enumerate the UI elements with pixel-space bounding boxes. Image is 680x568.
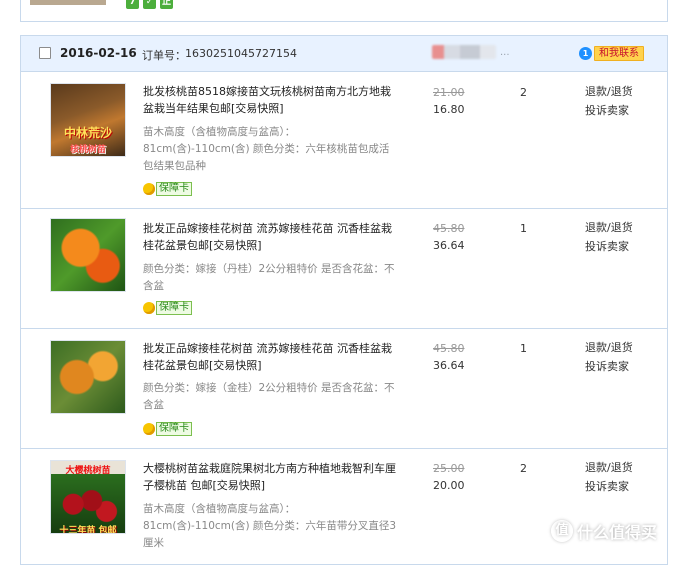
seller-name-ellipsis: ... <box>500 46 510 58</box>
current-price: 36.64 <box>433 239 465 252</box>
item-actions: 退款/退货 投诉卖家 <box>585 218 633 256</box>
guarantee-badge[interactable]: 保障卡 <box>143 182 192 196</box>
item-actions: 退款/退货 投诉卖家 <box>585 82 633 120</box>
order-card: 2016-02-16 订单号： 1630251045727154 ... 1 和… <box>20 35 668 565</box>
guarantee-badge-label: 保障卡 <box>156 182 192 196</box>
guarantee-icon <box>143 183 155 195</box>
refund-return-link[interactable]: 退款/退货 <box>585 82 633 101</box>
order-select-checkbox[interactable] <box>39 47 51 59</box>
contact-seller-button[interactable]: 1 和我联系 <box>579 45 644 61</box>
complain-seller-link[interactable]: 投诉卖家 <box>585 357 633 376</box>
item-thumbnail[interactable] <box>50 340 126 414</box>
order-item: 中林荒沙 核桃树苗 批发核桃苗8518嫁接苗文玩核桃树苗南方北方地栽盆栽当年结果… <box>21 71 667 209</box>
complain-seller-link[interactable]: 投诉卖家 <box>585 477 633 496</box>
item-quantity: 1 <box>520 342 527 355</box>
item-title-link[interactable]: 大樱桃树苗盆栽庭院果树北方南方种植地栽智利车厘子樱桃苗 包邮[交易快照] <box>143 460 399 494</box>
item-properties: 苗木高度（含植物高度与盆高）：81cm(含)-110cm(含) 颜色分类：六年苗… <box>143 503 397 549</box>
genuine-icon: 正 <box>160 0 173 9</box>
order-number-label: 订单号： <box>142 49 186 62</box>
item-thumbnail[interactable]: 中林荒沙 核桃树苗 <box>50 83 126 157</box>
guarantee-icon <box>143 423 155 435</box>
check-icon: 7 <box>126 0 139 9</box>
item-title-link[interactable]: 批发正品嫁接桂花树苗 流苏嫁接桂花苗 沉香桂盆栽桂花盆景包邮[交易快照] <box>143 220 399 254</box>
previous-item-thumbnail[interactable] <box>30 0 106 5</box>
original-price: 25.00 <box>433 462 465 475</box>
contact-seller-label: 和我联系 <box>594 45 644 61</box>
item-actions: 退款/退货 投诉卖家 <box>585 458 633 496</box>
order-item: 大樱桃树苗 十三年苗 包邮 大樱桃树苗盆栽庭院果树北方南方种植地栽智利车厘子樱桃… <box>21 448 667 568</box>
original-price: 45.80 <box>433 222 465 235</box>
item-properties: 苗木高度（含植物高度与盆高）：81cm(含)-110cm(含) 颜色分类：六年核… <box>143 126 390 172</box>
wangwang-icon: 1 <box>579 46 592 60</box>
watermark-logo-icon: 值 <box>551 520 573 542</box>
guarantee-badge[interactable]: 保障卡 <box>143 422 192 436</box>
item-thumbnail[interactable] <box>50 218 126 292</box>
item-title-link[interactable]: 批发核桃苗8518嫁接苗文玩核桃树苗南方北方地栽盆栽当年结果包邮[交易快照] <box>143 83 399 117</box>
thumbnail-caption: 大樱桃树苗 <box>65 466 111 476</box>
order-date: 2016-02-16 <box>60 46 137 60</box>
current-price: 16.80 <box>433 103 465 116</box>
guarantee-badge-label: 保障卡 <box>156 301 192 315</box>
thumbnail-caption: 十三年苗 包邮 <box>59 526 117 534</box>
current-price: 36.64 <box>433 359 465 372</box>
item-actions: 退款/退货 投诉卖家 <box>585 338 633 376</box>
item-properties: 颜色分类：嫁接（金桂）2公分粗特价 是否含花盆：不含盆 <box>143 382 395 411</box>
seller-name-redacted <box>432 45 496 59</box>
original-price: 21.00 <box>433 86 465 99</box>
refund-return-link[interactable]: 退款/退货 <box>585 458 633 477</box>
site-watermark: 值 什么值得买 <box>551 519 657 543</box>
guarantee-badge[interactable]: 保障卡 <box>143 301 192 315</box>
complain-seller-link[interactable]: 投诉卖家 <box>585 101 633 120</box>
refund-return-link[interactable]: 退款/退货 <box>585 338 633 357</box>
order-item: 批发正品嫁接桂花树苗 流苏嫁接桂花苗 沉香桂盆栽桂花盆景包邮[交易快照] 颜色分… <box>21 208 667 329</box>
guarantee-badge-label: 保障卡 <box>156 422 192 436</box>
refund-return-link[interactable]: 退款/退货 <box>585 218 633 237</box>
current-price: 20.00 <box>433 479 465 492</box>
seller-name[interactable]: ... <box>432 41 510 63</box>
previous-order-fragment <box>20 0 668 22</box>
guarantee-icon <box>143 302 155 314</box>
shield-icon: ✓ <box>143 0 156 9</box>
order-header: 2016-02-16 订单号： 1630251045727154 ... 1 和… <box>21 36 667 72</box>
item-properties: 颜色分类：嫁接（丹桂）2公分粗特价 是否含花盆：不含盆 <box>143 263 395 292</box>
thumbnail-caption: 中林荒沙 <box>63 126 112 140</box>
complain-seller-link[interactable]: 投诉卖家 <box>585 237 633 256</box>
original-price: 45.80 <box>433 342 465 355</box>
item-quantity: 2 <box>520 462 527 475</box>
order-number: 1630251045727154 <box>185 47 297 60</box>
item-quantity: 1 <box>520 222 527 235</box>
item-quantity: 2 <box>520 86 527 99</box>
item-title-link[interactable]: 批发正品嫁接桂花树苗 流苏嫁接桂花苗 沉香桂盆栽桂花盆景包邮[交易快照] <box>143 340 399 374</box>
thumbnail-caption: 核桃树苗 <box>69 145 106 155</box>
previous-item-icons: 7 ✓ 正 <box>126 0 173 9</box>
order-item: 批发正品嫁接桂花树苗 流苏嫁接桂花苗 沉香桂盆栽桂花盆景包邮[交易快照] 颜色分… <box>21 328 667 449</box>
watermark-text: 什么值得买 <box>577 523 658 542</box>
item-thumbnail[interactable]: 大樱桃树苗 十三年苗 包邮 <box>50 460 126 534</box>
